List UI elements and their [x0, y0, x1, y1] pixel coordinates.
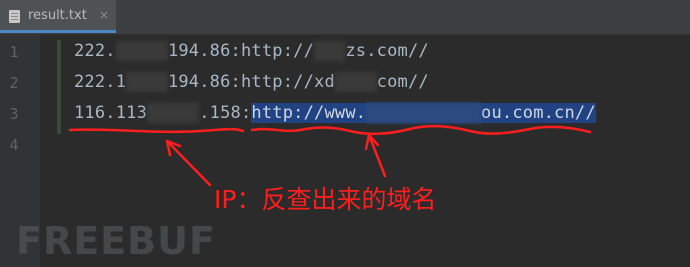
arrow-right	[367, 133, 387, 178]
line-number: 2	[9, 74, 19, 92]
editor-window: result.txt × 1 2 3 4 222.xxxxx194.86:htt…	[0, 0, 690, 267]
tab-label: result.txt	[28, 8, 87, 23]
tab-bar: result.txt ×	[0, 0, 690, 35]
redacted-blur: xxxxx	[115, 41, 168, 61]
arrow-right-head	[364, 133, 380, 151]
line-number: 4	[9, 136, 19, 154]
text-file-icon	[9, 10, 20, 23]
selected-domain[interactable]: http://www.xxxxxxxxxxxou.com.cn//	[251, 103, 596, 123]
selected-text: http://www.	[251, 103, 367, 123]
tab-result-txt[interactable]: result.txt ×	[0, 0, 116, 33]
code-line-3[interactable]: 116.113xxxxx.158:http://www.xxxxxxxxxxxo…	[74, 103, 596, 123]
code-text: 194.86:http://xd	[167, 72, 335, 92]
watermark-logo: FREEBUF	[16, 219, 216, 263]
watermark-text: FREEBUF	[16, 219, 216, 263]
code-text: zs.com//	[345, 41, 429, 61]
code-text: com//	[376, 72, 429, 92]
code-text: 194.86:http://	[167, 41, 315, 61]
line-number: 1	[9, 43, 19, 61]
redacted-blur: xxx	[314, 41, 346, 61]
ip-text: 222.1	[74, 72, 127, 92]
domain-underline	[250, 124, 592, 136]
code-line-1[interactable]: 222.xxxxx194.86:http://xxxzs.com//	[74, 41, 429, 61]
redacted-blur: xxxx	[334, 72, 377, 92]
ip-text: 222.	[74, 41, 116, 61]
arrow-left	[165, 139, 212, 187]
code-line-2[interactable]: 222.1xxxx194.86:http://xdxxxxcom//	[74, 72, 429, 92]
code-text: .158:	[199, 103, 252, 123]
redacted-blur: xxxxx	[147, 103, 200, 123]
annotation-label: IP：反查出来的域名	[214, 185, 437, 214]
redacted-blur: xxxx	[126, 72, 168, 92]
ip-underline	[68, 127, 245, 134]
redacted-blur: xxxxxxxxxxx	[366, 103, 482, 123]
close-icon[interactable]: ×	[99, 8, 109, 22]
arrow-left-head	[165, 139, 182, 157]
line-number: 3	[9, 105, 19, 123]
selected-text: ou.com.cn//	[481, 103, 596, 123]
vcs-change-marker	[57, 40, 61, 134]
ip-text: 116.113	[74, 103, 148, 123]
